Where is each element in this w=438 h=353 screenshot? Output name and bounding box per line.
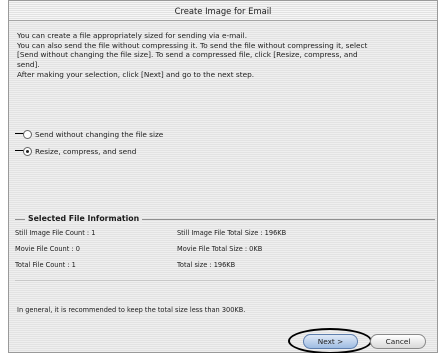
selected-file-information-title: Selected File Information — [25, 214, 143, 223]
intro-text: You can create a file appropriately size… — [17, 31, 435, 80]
resize-compress-send-option[interactable]: Resize, compress, and send — [15, 145, 137, 157]
send-without-changing-option[interactable]: Send without changing the file size — [15, 128, 164, 140]
intro-line: [Send without changing the file size]. T… — [17, 50, 358, 60]
radio-button-resize-compress-send[interactable] — [23, 146, 32, 156]
intro-line: send]. — [17, 60, 40, 70]
window-title: Create Image for Email — [9, 1, 437, 21]
cancel-button[interactable]: Cancel — [370, 334, 426, 349]
resize-compress-send-label: Resize, compress, and send — [35, 146, 137, 156]
selected-file-information-group: Selected File Information Still Image Fi… — [15, 214, 435, 281]
size-recommendation-note: In general, it is recommended to keep th… — [17, 306, 246, 314]
movie-file-count: Movie File Count : 0 — [15, 245, 80, 253]
intro-line: You can also send the file without compr… — [17, 40, 368, 50]
total-size: Total size : 196KB — [177, 261, 236, 269]
intro-line: After making your selection, click [Next… — [17, 69, 255, 79]
next-button[interactable]: Next > — [303, 334, 358, 349]
send-without-changing-label: Send without changing the file size — [35, 129, 164, 139]
still-image-file-count: Still Image File Count : 1 — [15, 229, 96, 237]
still-image-file-total-size: Still Image File Total Size : 196KB — [177, 229, 287, 237]
intro-line: You can create a file appropriately size… — [17, 31, 248, 40]
create-image-for-email-dialog: Create Image for Email You can create a … — [8, 0, 438, 353]
radio-button-send-without-changing[interactable] — [23, 129, 32, 139]
movie-file-total-size: Movie File Total Size : 0KB — [177, 245, 263, 253]
total-file-count: Total File Count : 1 — [15, 261, 76, 269]
